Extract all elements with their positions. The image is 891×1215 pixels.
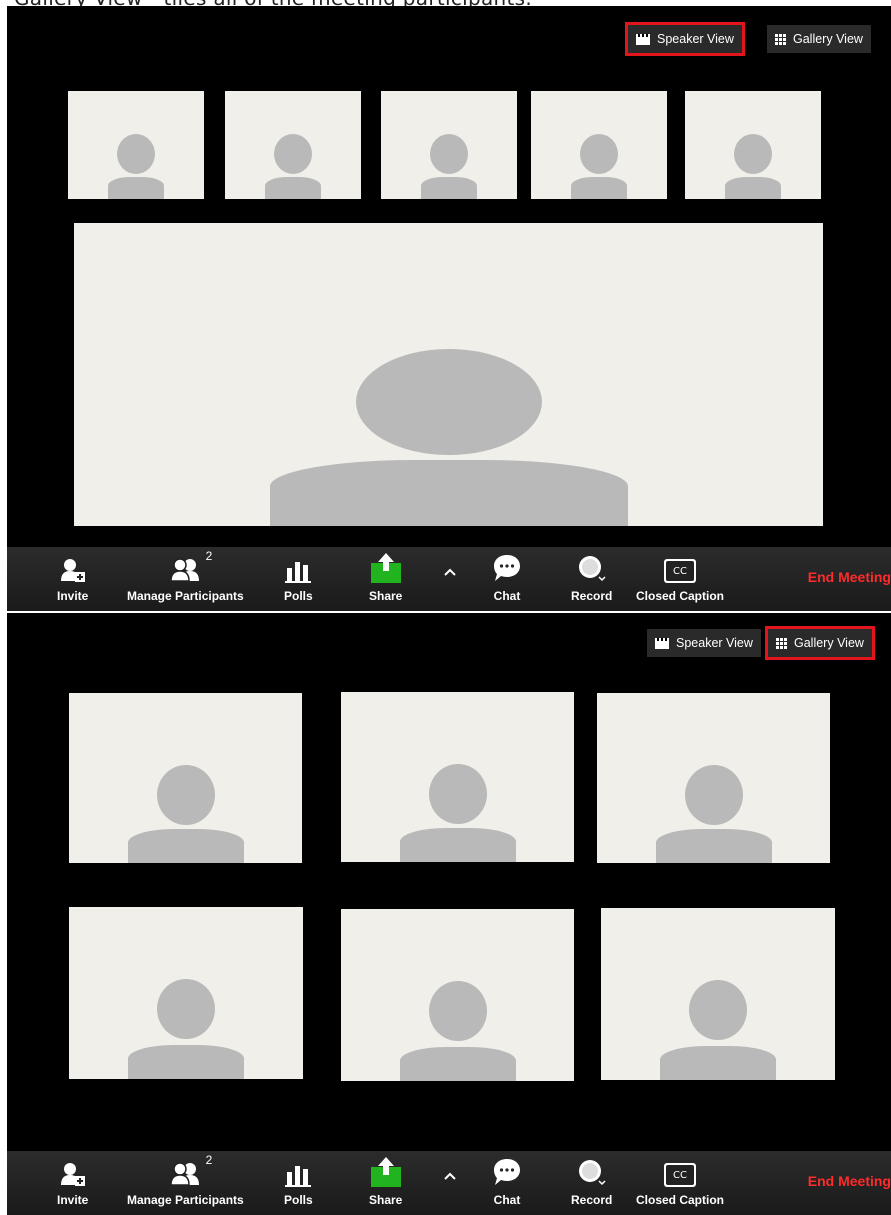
invite-button[interactable]: Invite: [57, 553, 88, 603]
polls-label: Polls: [284, 589, 313, 603]
speaker-view-label: Speaker View: [657, 32, 734, 46]
closed-caption-button[interactable]: CC Closed Caption: [636, 553, 724, 603]
speaker-view-button[interactable]: Speaker View: [625, 22, 745, 56]
polls-label: Polls: [284, 1193, 313, 1207]
record-icon: [577, 553, 607, 583]
cc-badge: CC: [666, 1165, 694, 1185]
participant-thumbnail[interactable]: [531, 91, 667, 199]
gallery-view-label: Gallery View: [793, 32, 863, 46]
gallery-view-button[interactable]: Gallery View: [765, 626, 875, 660]
participant-thumbnail[interactable]: [225, 91, 361, 199]
share-button[interactable]: Share: [369, 1157, 402, 1207]
polls-icon: [285, 553, 312, 583]
end-meeting-button[interactable]: End Meeting: [808, 1173, 891, 1189]
avatar-placeholder-icon: [225, 91, 361, 199]
participants-icon: 2: [168, 549, 212, 583]
avatar-placeholder-icon: [68, 91, 204, 199]
gallery-view-label: Gallery View: [794, 636, 864, 650]
gallery-view-icon: [776, 637, 787, 649]
avatar-placeholder-icon: [597, 693, 830, 863]
chat-button[interactable]: Chat: [492, 553, 522, 603]
meeting-toolbar: Invite 2 Manage Participants Polls Share: [7, 547, 891, 611]
participant-tile[interactable]: [341, 909, 574, 1081]
active-speaker-video[interactable]: [74, 223, 823, 526]
closed-caption-button[interactable]: CC Closed Caption: [636, 1157, 724, 1207]
speaker-view-label: Speaker View: [676, 636, 753, 650]
share-button[interactable]: Share: [369, 553, 402, 603]
record-label: Record: [571, 589, 613, 603]
share-icon: [370, 1157, 401, 1187]
chat-icon: [492, 553, 522, 583]
manage-participants-label: Manage Participants: [127, 589, 244, 603]
avatar-placeholder-icon: [69, 693, 302, 863]
avatar-placeholder-icon: [601, 908, 835, 1080]
record-icon: [577, 1157, 607, 1187]
participant-count: 2: [205, 1153, 213, 1167]
gallery-view-icon: [775, 33, 786, 45]
record-label: Record: [571, 1193, 613, 1207]
polls-button[interactable]: Polls: [284, 1157, 313, 1207]
add-person-icon: [60, 553, 86, 583]
speaker-view-panel: Speaker View Gallery View Invite 2 Manag…: [7, 6, 891, 611]
invite-label: Invite: [57, 1193, 89, 1207]
invite-button[interactable]: Invite: [57, 1157, 88, 1207]
chat-label: Chat: [493, 1193, 521, 1207]
cc-badge: CC: [666, 561, 694, 581]
avatar-placeholder-icon: [341, 692, 574, 862]
manage-participants-button[interactable]: 2 Manage Participants: [127, 549, 244, 603]
manage-participants-button[interactable]: 2 Manage Participants: [127, 1153, 244, 1207]
participant-tile[interactable]: [69, 693, 302, 863]
invite-label: Invite: [57, 589, 89, 603]
avatar-placeholder-icon: [69, 907, 303, 1079]
participant-thumbnail[interactable]: [381, 91, 517, 199]
participant-thumbnail[interactable]: [685, 91, 821, 199]
closed-caption-label: Closed Caption: [636, 1193, 725, 1207]
gallery-view-button[interactable]: Gallery View: [767, 25, 871, 53]
closed-caption-label: Closed Caption: [636, 589, 725, 603]
speaker-view-button[interactable]: Speaker View: [647, 629, 761, 657]
avatar-placeholder-icon: [381, 91, 517, 199]
share-label: Share: [369, 1193, 403, 1207]
end-meeting-button[interactable]: End Meeting: [808, 569, 891, 585]
participants-icon: 2: [168, 1153, 212, 1187]
participant-tile[interactable]: [597, 693, 830, 863]
chat-icon: [492, 1157, 522, 1187]
participant-count: 2: [205, 549, 213, 563]
polls-button[interactable]: Polls: [284, 553, 313, 603]
speaker-view-icon: [655, 637, 669, 649]
gallery-view-panel: Speaker View Gallery View Invite 2 Manag…: [7, 613, 891, 1215]
share-icon: [370, 553, 401, 583]
closed-caption-icon: CC: [664, 1157, 696, 1187]
avatar-placeholder-icon: [74, 223, 823, 526]
manage-participants-label: Manage Participants: [127, 1193, 244, 1207]
avatar-placeholder-icon: [531, 91, 667, 199]
share-label: Share: [369, 589, 403, 603]
participant-tile[interactable]: [341, 692, 574, 862]
chevron-up-icon[interactable]: [443, 565, 457, 581]
closed-caption-icon: CC: [664, 553, 696, 583]
avatar-placeholder-icon: [341, 909, 574, 1081]
avatar-placeholder-icon: [685, 91, 821, 199]
record-button[interactable]: Record: [571, 1157, 612, 1207]
participant-tile[interactable]: [601, 908, 835, 1080]
participant-tile[interactable]: [69, 907, 303, 1079]
chat-button[interactable]: Chat: [492, 1157, 522, 1207]
polls-icon: [285, 1157, 312, 1187]
add-person-icon: [60, 1157, 86, 1187]
participant-thumbnail[interactable]: [68, 91, 204, 199]
chevron-up-icon[interactable]: [443, 1169, 457, 1185]
chat-label: Chat: [493, 589, 521, 603]
speaker-view-icon: [636, 33, 650, 45]
record-button[interactable]: Record: [571, 553, 612, 603]
meeting-toolbar: Invite 2 Manage Participants Polls Share: [7, 1151, 891, 1215]
